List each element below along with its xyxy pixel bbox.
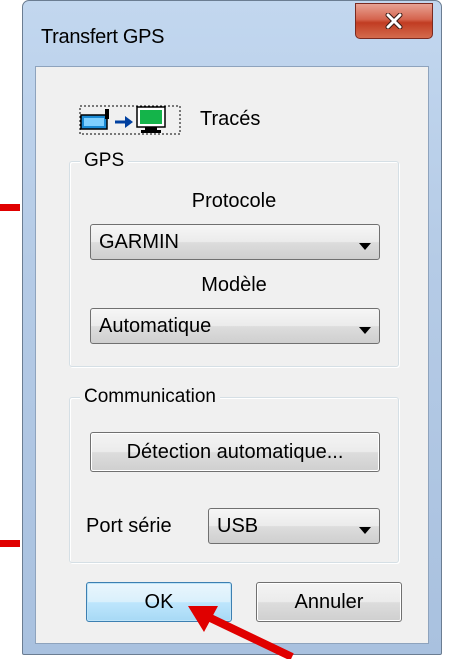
communication-group-title: Communication xyxy=(80,385,220,409)
serial-port-label: Port série xyxy=(86,515,172,537)
protocol-value: GARMIN xyxy=(99,231,179,253)
model-select[interactable]: Automatique xyxy=(90,308,380,344)
serial-port-value: USB xyxy=(217,515,259,537)
chevron-down-icon xyxy=(359,522,371,540)
annotation-mark-top xyxy=(0,204,20,211)
dialog-client-area: Tracés GPS Protocole GARMIN Modèle Autom… xyxy=(35,66,429,644)
annotation-arrow-icon xyxy=(188,606,294,659)
auto-detect-button[interactable]: Détection automatique... xyxy=(90,432,380,472)
close-button[interactable] xyxy=(355,3,433,39)
serial-port-select[interactable]: USB xyxy=(208,508,380,544)
close-icon xyxy=(385,13,403,29)
model-label: Modèle xyxy=(201,274,267,296)
gps-group-title: GPS xyxy=(80,149,129,173)
chevron-down-icon xyxy=(359,238,371,256)
window-title: Transfert GPS xyxy=(41,26,165,48)
annotation-mark-bottom xyxy=(0,540,20,547)
header-label: Tracés xyxy=(200,108,261,130)
protocol-label: Protocole xyxy=(191,190,277,212)
chevron-down-icon xyxy=(359,322,371,340)
gps-to-computer-icon xyxy=(79,105,183,135)
gps-groupbox: GPS Protocole GARMIN Modèle Automatique xyxy=(69,149,399,367)
model-value: Automatique xyxy=(99,315,212,337)
title-bar[interactable]: Transfert GPS xyxy=(23,1,441,51)
screenshot: Transfert GPS Tracés GPS Protocole GARMI… xyxy=(0,0,449,659)
communication-groupbox: Communication Détection automatique... P… xyxy=(69,385,399,563)
dialog-window: Transfert GPS Tracés GPS Protocole GARMI… xyxy=(22,0,442,655)
protocol-select[interactable]: GARMIN xyxy=(90,224,380,260)
